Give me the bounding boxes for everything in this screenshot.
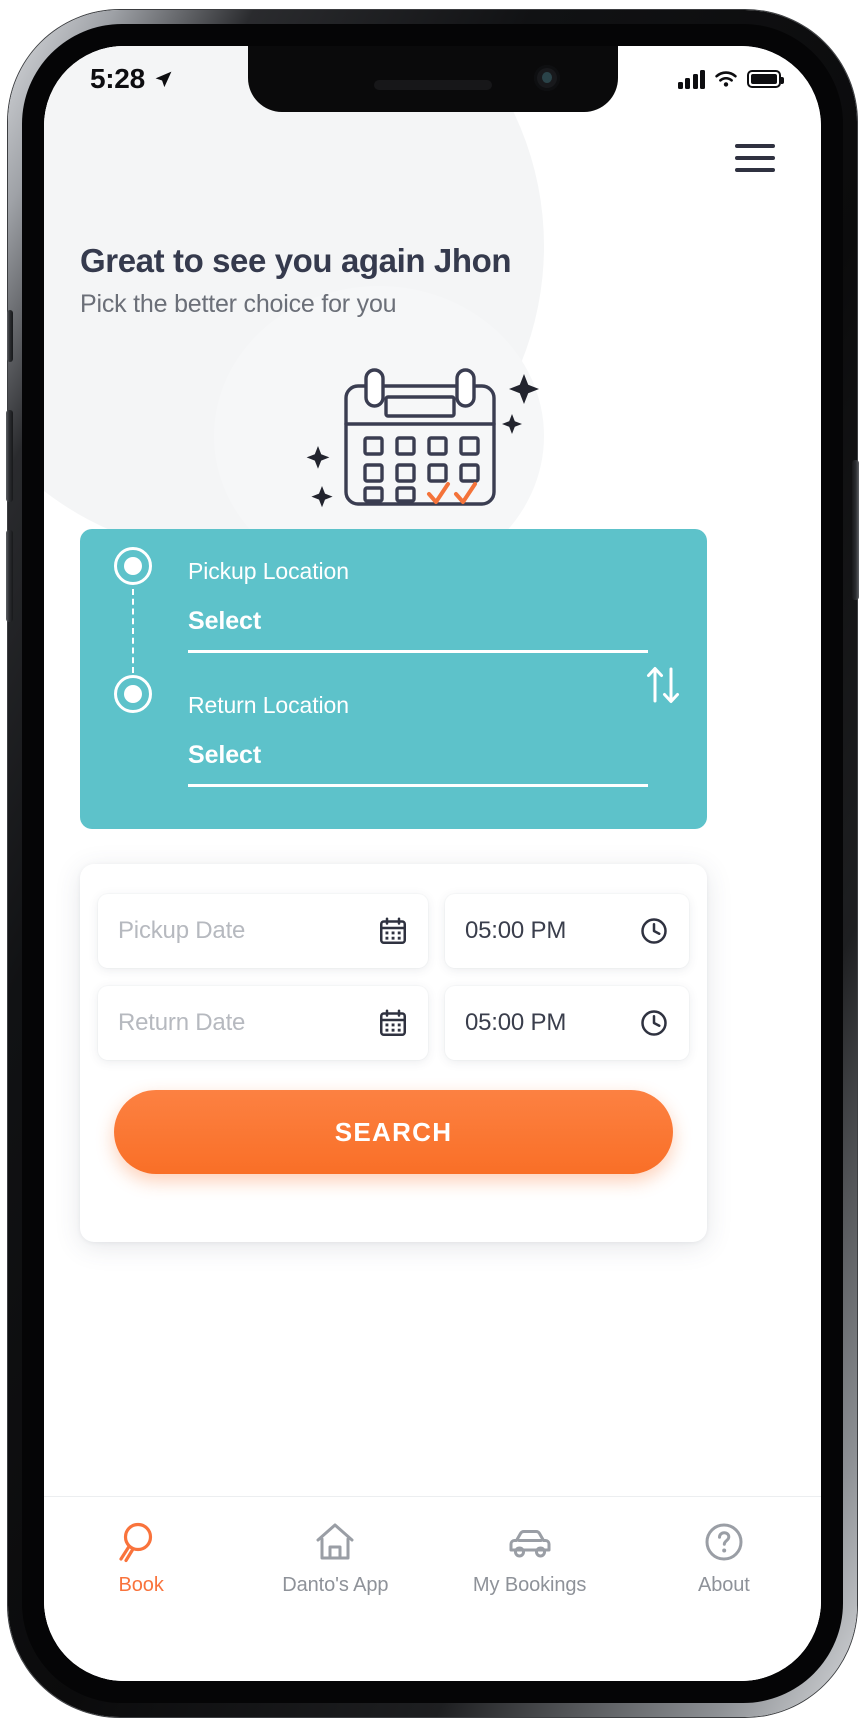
greeting-block: Great to see you again Jhon Pick the bet… xyxy=(80,242,512,319)
pickup-location-underline xyxy=(188,650,648,653)
radio-dot-icon-pickup[interactable] xyxy=(114,547,152,585)
clock-icon xyxy=(641,1010,667,1036)
tab-dantos-app-label: Danto's App xyxy=(282,1574,389,1596)
booking-datetime-card: Pickup Date 05:00 PM Return Date 05:00 P… xyxy=(80,864,707,1242)
car-icon xyxy=(509,1530,551,1558)
tab-book-label: Book xyxy=(118,1574,164,1596)
route-rail xyxy=(114,547,154,713)
search-button[interactable]: SEARCH xyxy=(114,1090,673,1174)
calendar-icon xyxy=(379,1009,406,1037)
phone-power-button[interactable] xyxy=(852,460,859,600)
tab-my-bookings-label: My Bookings xyxy=(472,1574,587,1596)
search-magnifier-icon xyxy=(119,1522,153,1563)
tab-about-label: About xyxy=(697,1574,750,1596)
home-house-icon xyxy=(316,1523,354,1560)
pickup-datetime-row: Pickup Date 05:00 PM xyxy=(98,894,689,968)
search-button-label: SEARCH xyxy=(334,1116,453,1147)
phone-screen: 5:28 Great to see you again Jhon Pick th… xyxy=(44,46,821,1681)
pickup-date-placeholder: Pickup Date xyxy=(118,917,246,944)
phone-frame: 5:28 Great to see you again Jhon Pick th… xyxy=(6,10,859,1717)
route-dashed-line xyxy=(132,589,134,673)
status-bar-right xyxy=(677,69,784,89)
tab-about[interactable]: About xyxy=(627,1519,821,1597)
tab-book[interactable]: Book xyxy=(44,1519,238,1597)
radio-dot-icon-return[interactable] xyxy=(114,675,152,713)
return-time-value: 05:00 PM xyxy=(465,1009,567,1036)
calendar-with-sparkles-illustration xyxy=(306,368,539,508)
pickup-time-value: 05:00 PM xyxy=(465,917,567,944)
battery-full-icon xyxy=(747,70,784,88)
return-date-placeholder: Return Date xyxy=(118,1009,246,1036)
page-title: Great to see you again Jhon xyxy=(80,242,512,279)
page-subtitle: Pick the better choice for you xyxy=(80,290,397,318)
question-mark-circle-icon xyxy=(705,1523,743,1561)
pickup-location-field[interactable]: Pickup Location Select xyxy=(188,558,648,653)
return-date-input[interactable]: Return Date xyxy=(98,986,428,1060)
return-location-label: Return Location xyxy=(188,692,349,718)
device-notch xyxy=(247,46,618,112)
location-arrow-icon xyxy=(155,71,172,87)
status-time: 5:28 xyxy=(90,63,145,94)
pickup-location-label: Pickup Location xyxy=(188,558,349,584)
hamburger-menu-icon[interactable] xyxy=(735,144,775,172)
cellular-signal-icon xyxy=(677,69,705,89)
status-bar-left: 5:28 xyxy=(90,63,173,95)
swap-vertical-arrows-icon[interactable] xyxy=(641,662,685,708)
front-camera xyxy=(533,65,560,91)
pickup-location-value: Select xyxy=(188,607,262,635)
calendar-icon xyxy=(379,917,406,945)
pickup-time-input[interactable]: 05:00 PM xyxy=(445,894,689,968)
bottom-tab-bar: Book Danto's App My Bookings About xyxy=(44,1496,821,1681)
pickup-date-input[interactable]: Pickup Date xyxy=(98,894,428,968)
location-selection-card: Pickup Location Select Return Location S… xyxy=(80,529,707,829)
return-location-field[interactable]: Return Location Select xyxy=(188,692,648,787)
phone-volume-down-button[interactable] xyxy=(6,530,13,622)
phone-mute-switch[interactable] xyxy=(7,310,13,362)
tab-my-bookings[interactable]: My Bookings xyxy=(433,1519,627,1597)
clock-icon xyxy=(641,918,667,944)
wifi-icon xyxy=(715,70,737,87)
phone-volume-up-button[interactable] xyxy=(6,410,13,502)
return-datetime-row: Return Date 05:00 PM xyxy=(98,986,689,1060)
return-location-value: Select xyxy=(188,741,262,769)
earpiece-speaker xyxy=(373,80,492,90)
return-location-underline xyxy=(188,784,648,787)
return-time-input[interactable]: 05:00 PM xyxy=(445,986,689,1060)
tab-dantos-app[interactable]: Danto's App xyxy=(238,1519,432,1597)
